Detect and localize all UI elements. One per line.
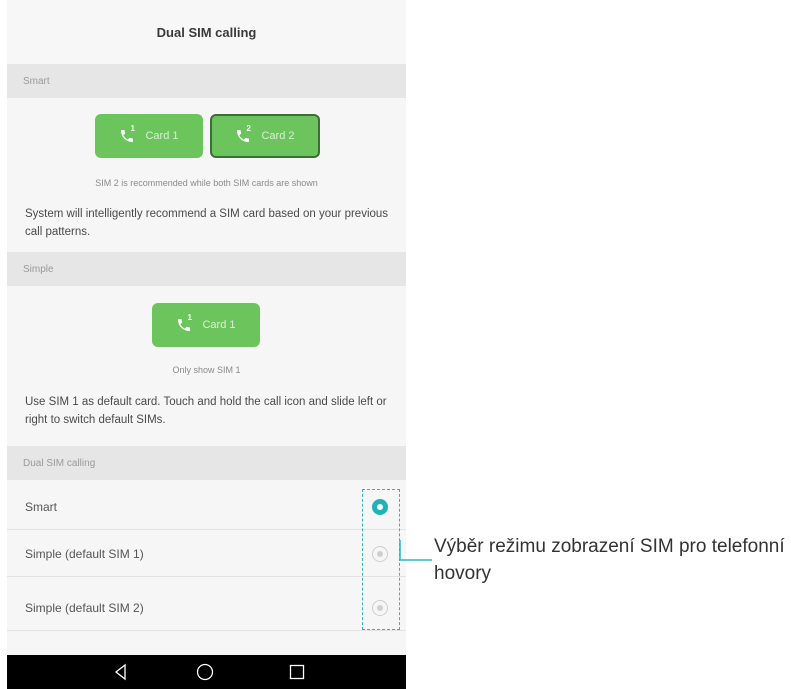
option-simple-sim1[interactable]: Simple (default SIM 1) (7, 531, 406, 577)
phone-screen: Dual SIM calling Smart 1 Card 1 2 Card 2… (7, 0, 406, 689)
simple-description: Use SIM 1 as default card. Touch and hol… (25, 396, 387, 426)
option-label: Simple (default SIM 1) (25, 546, 144, 561)
card1-label: Card 1 (145, 130, 179, 142)
card2-label: Card 2 (261, 130, 295, 142)
smart-card2-button[interactable]: 2 Card 2 (210, 114, 320, 158)
section-header-dual-sim-calling: Dual SIM calling (7, 446, 406, 480)
page-title: Dual SIM calling (7, 0, 406, 64)
phone-icon: 1 (119, 124, 135, 144)
card1-label: Card 1 (202, 319, 236, 331)
section-header-smart: Smart (7, 64, 406, 98)
phone-icon: 2 (235, 124, 251, 144)
option-smart[interactable]: Smart (7, 484, 406, 530)
option-label: Simple (default SIM 2) (25, 600, 144, 615)
navigation-bar (7, 655, 406, 689)
sim-number-badge: 1 (187, 313, 192, 322)
sim-number-badge: 2 (246, 124, 251, 133)
home-icon[interactable] (195, 662, 215, 682)
option-label: Smart (25, 499, 58, 514)
callout-annotation: Výběr režimu zobrazení SIM pro telefonní… (434, 536, 785, 584)
radio-highlight-box (362, 489, 400, 630)
smart-caption: SIM 2 is recommended while both SIM card… (95, 178, 318, 188)
section-header-simple: Simple (7, 252, 406, 286)
recents-icon[interactable] (287, 662, 307, 682)
callout-connector (399, 540, 432, 561)
smart-description: System will intelligently recommend a SI… (25, 208, 389, 238)
simple-card1-button[interactable]: 1 Card 1 (152, 303, 260, 347)
phone-icon: 1 (176, 313, 192, 333)
back-icon[interactable] (111, 662, 131, 682)
simple-caption: Only show SIM 1 (172, 365, 241, 375)
smart-card1-button[interactable]: 1 Card 1 (95, 114, 203, 158)
sim-number-badge: 1 (130, 124, 135, 133)
option-simple-sim2[interactable]: Simple (default SIM 2) (7, 585, 406, 631)
